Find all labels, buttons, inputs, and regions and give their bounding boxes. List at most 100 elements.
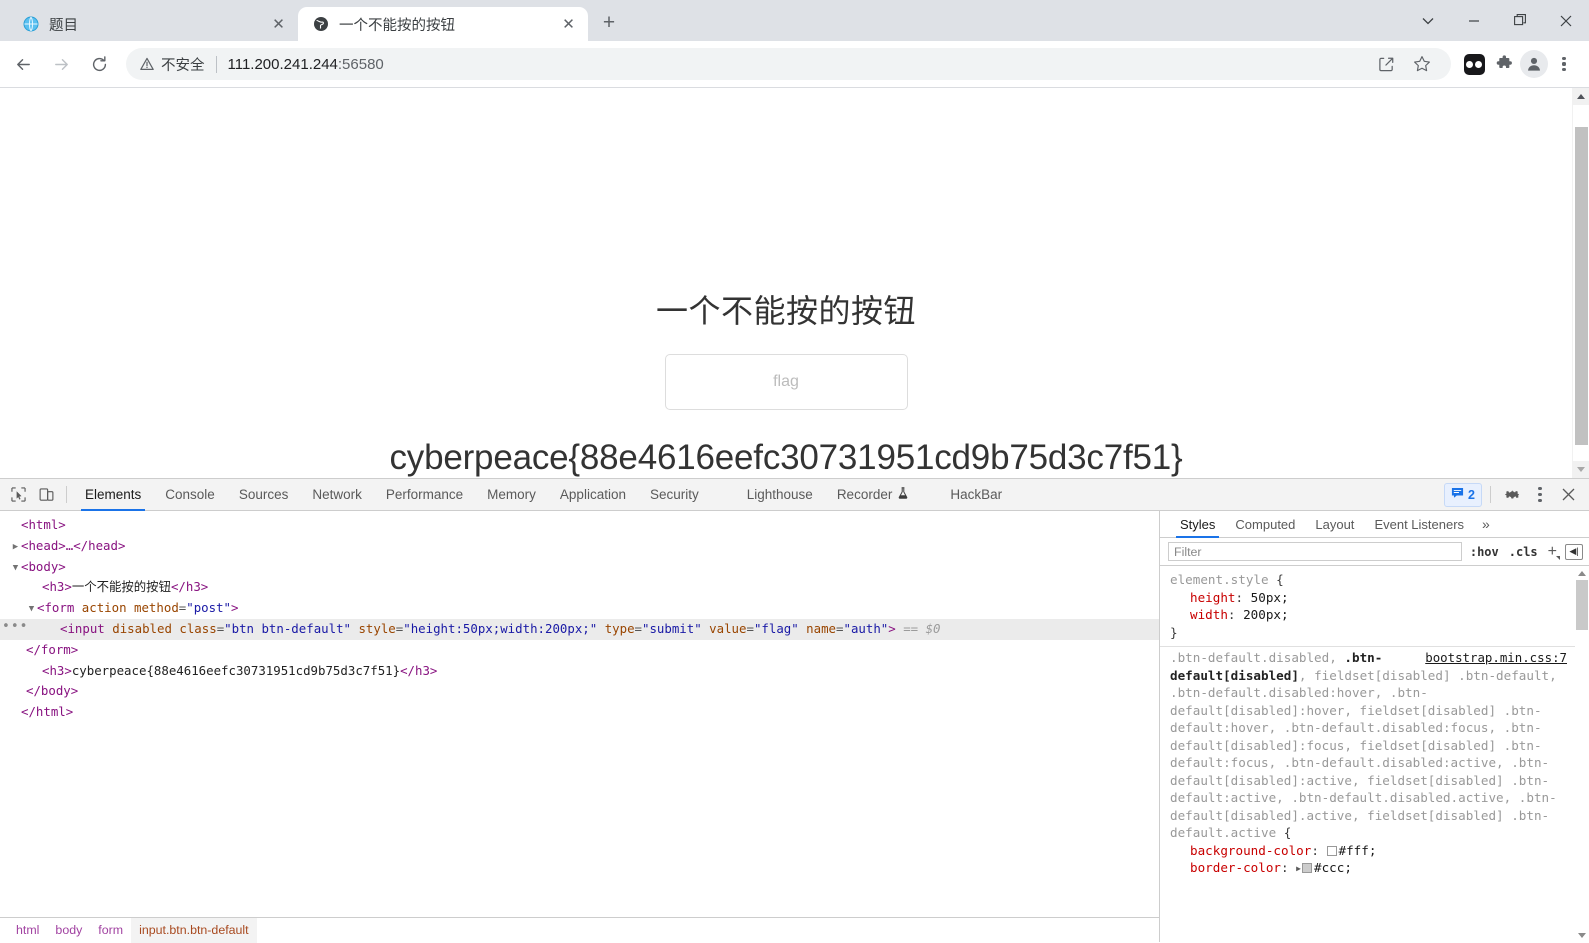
css-declaration-border-color[interactable]: border-color: ▶#ccc; [1170,859,1567,878]
share-icon[interactable] [1371,49,1401,79]
devtools-tab-console[interactable]: Console [153,479,227,511]
styles-tab-layout[interactable]: Layout [1305,511,1364,538]
browser-tab-0[interactable]: 题目 ✕ [8,7,298,41]
devtools-tab-recorder[interactable]: Recorder [825,479,921,511]
css-property-value[interactable]: 200px; [1243,607,1289,622]
hov-toggle-button[interactable]: :hov [1468,545,1501,559]
dom-node-h3-flag[interactable]: <h3>cyberpeace{88e4616eefc30731951cd9b75… [0,661,1159,682]
profile-avatar-icon[interactable] [1519,49,1549,79]
address-bar[interactable]: 不安全 111.200.241.244:56580 [126,48,1451,80]
breadcrumb-item-html[interactable]: html [8,918,47,943]
css-declaration-width[interactable]: width: 200px; [1170,606,1567,624]
kebab-menu-icon[interactable] [1549,49,1579,79]
scrollbar-thumb[interactable] [1576,580,1588,630]
collapse-triangle-icon[interactable]: ▼ [10,558,21,579]
breadcrumb-item-input[interactable]: input.btn.btn-default [131,918,257,943]
close-icon[interactable] [1543,0,1589,41]
breadcrumb-item-form[interactable]: form [90,918,131,943]
dom-node-html-open[interactable]: <html> [0,515,1159,536]
scroll-up-arrow-icon[interactable] [1573,88,1589,105]
dom-node-body-close[interactable]: </body> [0,681,1159,702]
more-tabs-chevron-icon[interactable]: » [1474,511,1498,538]
scrollbar-thumb[interactable] [1575,127,1588,445]
dom-node-h3-heading[interactable]: <h3>一个不能按的按钮</h3> [0,577,1159,598]
rule-selector[interactable]: element.style [1170,572,1269,587]
styles-rules-list[interactable]: element.style { height: 50px; width: 200… [1160,566,1589,942]
devtools-tab-network[interactable]: Network [300,479,374,511]
devtools-tab-elements[interactable]: Elements [73,479,153,511]
scrollbar-track[interactable] [1575,580,1589,928]
dom-tree[interactable]: <html> ▶<head>…</head> ▼<body> <h3>一个不能按… [0,511,1159,917]
dark-reader-extension-icon[interactable] [1459,49,1489,79]
rule-selector[interactable]: .btn-default[disabled], fieldset[disable… [1170,650,1557,840]
styles-tab-event-listeners[interactable]: Event Listeners [1364,511,1474,538]
devtools-tab-security[interactable]: Security [638,479,711,511]
dom-tag: </form> [26,642,78,657]
devtools-tab-performance[interactable]: Performance [374,479,475,511]
device-toolbar-icon[interactable] [32,482,60,508]
dom-node-form-open[interactable]: ▼<form action method="post"> [0,598,1159,619]
styles-filter-input[interactable]: Filter [1168,542,1462,561]
expand-triangle-icon[interactable]: ▶ [10,537,21,558]
browser-tab-1[interactable]: 一个不能按的按钮 ✕ [298,7,588,41]
styles-scrollbar[interactable] [1575,566,1589,942]
css-declaration-background-color[interactable]: background-color: #fff; [1170,842,1567,860]
tab-label: Lighthouse [747,487,813,502]
reload-icon[interactable] [82,47,116,81]
dom-node-form-close[interactable]: </form> [0,640,1159,661]
scroll-down-arrow-icon[interactable] [1575,928,1589,942]
style-rule-element-style[interactable]: element.style { height: 50px; width: 200… [1160,569,1575,647]
devtools-tab-application[interactable]: Application [548,479,638,511]
expand-triangle-icon[interactable]: ▶ [1296,860,1301,878]
dom-tag: </html> [21,704,73,719]
css-property-name[interactable]: height [1190,590,1236,605]
devtools-tab-sources[interactable]: Sources [227,479,301,511]
gear-icon[interactable] [1499,482,1525,508]
close-icon[interactable] [1555,482,1581,508]
dom-node-body-open[interactable]: ▼<body> [0,557,1159,578]
tab-label: Application [560,487,626,502]
stylesheet-source-link[interactable]: bootstrap.min.css:7 [1425,649,1567,667]
scroll-up-arrow-icon[interactable] [1575,566,1589,580]
css-property-name[interactable]: background-color [1190,843,1311,858]
more-options-icon[interactable]: ••• [2,617,28,638]
styles-tab-styles[interactable]: Styles [1170,511,1225,538]
tab-search-icon[interactable] [1405,0,1451,41]
dom-node-html-close[interactable]: </html> [0,702,1159,723]
css-property-name[interactable]: width [1190,607,1228,622]
color-swatch[interactable] [1302,863,1312,873]
rule-selector-head[interactable]: .btn-default.disabled, [1170,650,1337,665]
css-property-name[interactable]: border-color [1190,860,1281,875]
maximize-icon[interactable] [1497,0,1543,41]
color-swatch[interactable] [1327,846,1337,856]
puzzle-piece-icon[interactable] [1489,49,1519,79]
new-tab-button[interactable]: + [594,8,624,38]
breadcrumb-item-body[interactable]: body [47,918,90,943]
page-scrollbar[interactable] [1572,88,1589,478]
close-icon[interactable]: ✕ [269,15,288,34]
close-icon[interactable]: ✕ [559,15,578,34]
scrollbar-track[interactable] [1573,105,1589,461]
dom-node-input-selected[interactable]: •••<input disabled class="btn btn-defaul… [0,619,1159,640]
css-property-value[interactable]: #ccc; [1314,860,1352,875]
add-rule-button[interactable]: + [1546,543,1559,561]
dom-node-head[interactable]: ▶<head>…</head> [0,536,1159,557]
dom-tag: <h3> [42,663,72,678]
css-declaration-height[interactable]: height: 50px; [1170,589,1567,607]
devtools-tab-hackbar[interactable]: HackBar [938,479,1014,511]
back-arrow-icon[interactable] [6,47,40,81]
css-property-value[interactable]: #fff; [1339,843,1377,858]
devtools-tab-lighthouse[interactable]: Lighthouse [735,479,825,511]
scroll-down-arrow-icon[interactable] [1573,461,1589,478]
minimize-icon[interactable] [1451,0,1497,41]
styles-tab-computed[interactable]: Computed [1225,511,1305,538]
kebab-menu-icon[interactable] [1527,482,1553,508]
css-property-value[interactable]: 50px; [1251,590,1289,605]
inspect-element-icon[interactable] [4,482,32,508]
message-count-badge[interactable]: 2 [1444,483,1482,507]
toggle-sidebar-icon[interactable]: ◀| [1565,544,1583,560]
cls-toggle-button[interactable]: .cls [1507,545,1540,559]
style-rule-btn-default-disabled[interactable]: bootstrap.min.css:7 .btn-default.disabled… [1160,647,1575,883]
devtools-tab-memory[interactable]: Memory [475,479,548,511]
star-icon[interactable] [1407,49,1437,79]
